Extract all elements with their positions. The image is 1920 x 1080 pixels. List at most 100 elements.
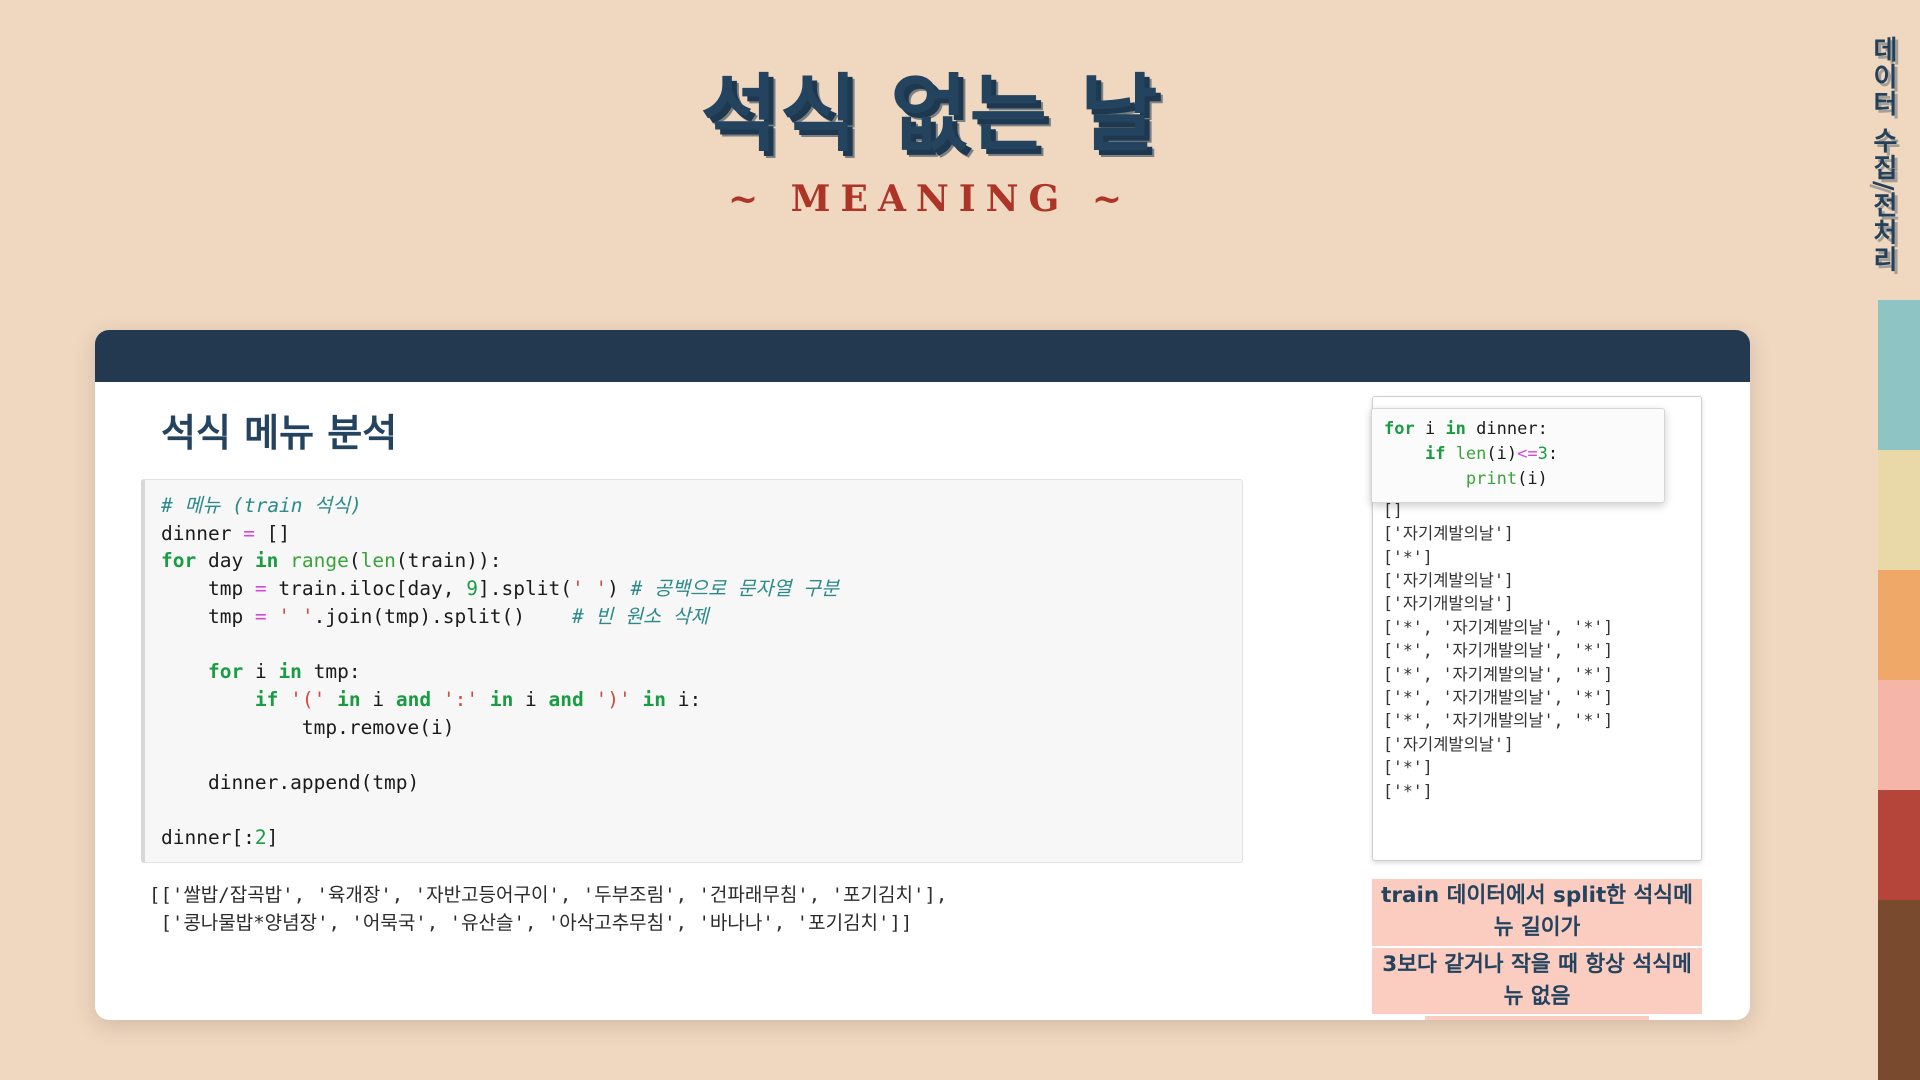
- code-token: if: [254, 687, 279, 711]
- code-token: tmp: [161, 577, 255, 601]
- code-token: in: [1445, 419, 1466, 439]
- page-title: 석식 없는 날: [700, 65, 1160, 163]
- code-token: (train)):: [395, 549, 502, 573]
- edge-stripe-0: [1878, 300, 1920, 450]
- code-token: ')': [595, 687, 631, 711]
- main-code-block: # 메뉴 (train 석식) dinner = [] for day in r…: [141, 479, 1243, 863]
- title-block: 석식 없는 날 ~ MEANING ~: [0, 70, 1860, 220]
- code-token: <=: [1517, 444, 1538, 465]
- code-token: ]: [266, 826, 279, 850]
- code-token: in: [278, 660, 302, 684]
- output-line: ['자기계발의날']: [1383, 734, 1514, 754]
- code-token: ' ': [278, 604, 314, 628]
- code-token: for: [1384, 419, 1415, 439]
- output-line: ['*']: [1383, 781, 1433, 801]
- code-token: dinner:: [1465, 419, 1548, 439]
- code-token: ): [607, 577, 631, 601]
- content-card: 석식 메뉴 분석 # 메뉴 (train 석식) dinner = [] for…: [95, 330, 1750, 1020]
- code-token: and: [548, 687, 584, 711]
- code-token: in: [642, 687, 666, 711]
- code-token: ':': [442, 687, 479, 711]
- output-line: ['자기계발의날']: [1383, 524, 1514, 544]
- code-token: (i): [1517, 469, 1548, 490]
- edge-stripe-5: [1878, 900, 1920, 1080]
- output-lines: ['*'][]['자기계발의날']['*']['자기계발의날']['자기개발의날…: [1383, 475, 1691, 803]
- code-token: print: [1465, 469, 1518, 490]
- code-token: ].split(: [478, 577, 572, 601]
- code-token: =: [243, 521, 255, 545]
- code-token: []: [254, 521, 291, 545]
- code-token: and: [395, 687, 432, 711]
- output-line: ['*']: [1383, 758, 1433, 778]
- edge-stripe-4: [1878, 790, 1920, 900]
- output-line: ['*', '자기계발의날', '*']: [1383, 617, 1614, 637]
- code-token: i: [360, 687, 396, 711]
- edge-stripe-3: [1878, 680, 1920, 790]
- output-line: ['자기개발의날']: [1383, 594, 1514, 614]
- code-token: if: [1424, 444, 1446, 465]
- caption-line: -> 석식 없는 날로 설정: [1425, 1016, 1649, 1020]
- code-token: i: [243, 660, 279, 684]
- caption-block: train 데이터에서 split한 석식메뉴 길이가 3보다 같거나 작을 때 …: [1372, 879, 1702, 1020]
- main-code-output: [['쌀밥/잡곡밥', '육개장', '자반고등어구이', '두부조림', '건…: [149, 884, 948, 934]
- output-line: ['*', '자기계발의날', '*']: [1383, 664, 1614, 684]
- card-body: 석식 메뉴 분석 # 메뉴 (train 석식) dinner = [] for…: [95, 382, 1750, 1020]
- code-token: =: [254, 577, 267, 601]
- code-token: in: [489, 687, 514, 711]
- output-line: ['*']: [1383, 547, 1433, 567]
- section-heading: 석식 메뉴 분석: [161, 411, 398, 455]
- code-token: dinner: [161, 521, 244, 545]
- output-line: ['*', '자기개발의날', '*']: [1383, 711, 1614, 731]
- code-token: :: [1547, 444, 1559, 465]
- code-token: len: [360, 549, 396, 573]
- code-token: 2: [254, 826, 267, 850]
- code-token: 9: [466, 577, 479, 601]
- left-column: 석식 메뉴 분석 # 메뉴 (train 석식) dinner = [] for…: [133, 402, 1243, 938]
- code-token: '(': [290, 687, 326, 711]
- code-token: i: [513, 687, 549, 711]
- right-column: for i in dinner: if len(i)<=3: print(i) …: [1371, 396, 1702, 1020]
- caption-line: 3보다 같거나 작을 때 항상 석식메뉴 없음: [1372, 947, 1702, 1015]
- vertical-section-label: 데이터 수집/전처리: [1868, 36, 1898, 273]
- card-titlebar: [95, 330, 1750, 382]
- page-subtitle: ~ MEANING ~: [727, 178, 1132, 221]
- overlay-code-snippet: for i in dinner: if len(i)<=3: print(i): [1371, 408, 1665, 504]
- code-token: tmp: [161, 604, 255, 628]
- code-token: len: [1455, 444, 1487, 465]
- code-token: for: [207, 660, 244, 684]
- code-token: tmp.remove(i): [161, 715, 455, 739]
- code-token: train.iloc[day,: [266, 577, 467, 601]
- code-token: day: [196, 549, 255, 573]
- output-line: ['*', '자기개발의날', '*']: [1383, 641, 1614, 661]
- code-token: in: [254, 549, 279, 573]
- output-line: ['자기계발의날']: [1383, 570, 1514, 590]
- code-token: 3: [1537, 444, 1548, 465]
- output-result-panel: for i in dinner: if len(i)<=3: print(i) …: [1371, 396, 1702, 862]
- code-token: =: [254, 604, 267, 628]
- code-token: # 공백으로 문자열 구분: [630, 577, 840, 601]
- code-token: i:: [666, 687, 702, 711]
- code-token: dinner.append(tmp): [161, 770, 420, 794]
- code-token: (i): [1486, 444, 1518, 465]
- code-token: dinner[:: [161, 826, 255, 850]
- code-token: i: [1414, 419, 1446, 439]
- code-token: (: [348, 549, 361, 573]
- edge-stripe-2: [1878, 570, 1920, 680]
- code-token: ' ': [571, 577, 608, 601]
- code-token: tmp:: [301, 660, 361, 684]
- code-token: .join(tmp).split(): [313, 604, 572, 628]
- edge-stripe-1: [1878, 450, 1920, 570]
